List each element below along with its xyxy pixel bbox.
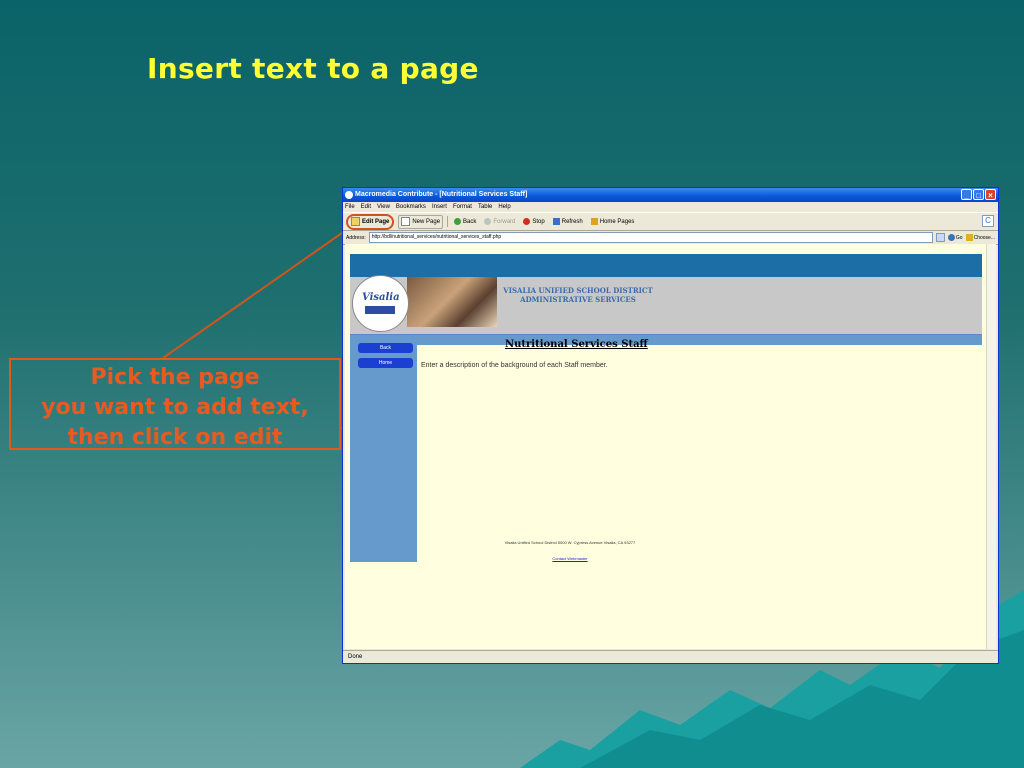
- forward-arrow-icon: [484, 218, 492, 225]
- nav-home-button[interactable]: Home: [358, 358, 413, 368]
- logo-text: Visalia: [362, 292, 400, 303]
- district-logo: Visalia: [352, 275, 409, 332]
- home-pages-label: Home Pages: [599, 218, 635, 225]
- address-dropdown-icon[interactable]: [935, 233, 945, 242]
- stop-icon: [523, 218, 531, 225]
- menu-format[interactable]: Format: [453, 202, 472, 212]
- contribute-logo-icon: C: [982, 215, 994, 227]
- home-icon: [590, 218, 598, 225]
- minimize-button[interactable]: _: [961, 189, 972, 200]
- menu-bookmarks[interactable]: Bookmarks: [396, 202, 426, 212]
- menu-edit[interactable]: Edit: [361, 202, 371, 212]
- edit-page-icon: [351, 217, 360, 226]
- window-title: Macromedia Contribute - [Nutritional Ser…: [355, 191, 528, 198]
- toolbar-separator: [447, 216, 449, 227]
- school-name-line-2: ADMINISTRATIVE SERVICES: [520, 295, 636, 304]
- address-bar: Address: http://bdl/nutritional_services…: [343, 231, 998, 245]
- page-description: Enter a description of the background of…: [421, 362, 608, 369]
- callout-line-2: you want to add text,: [41, 395, 309, 420]
- go-icon: [947, 234, 955, 241]
- back-button[interactable]: Back: [452, 216, 478, 228]
- menu-insert[interactable]: Insert: [432, 202, 447, 212]
- address-input[interactable]: http://bdl/nutritional_services/nutritio…: [368, 232, 933, 243]
- back-arrow-icon: [454, 218, 462, 225]
- logo-bar: [365, 306, 395, 314]
- students-photo: [407, 277, 497, 327]
- slide-title: Insert text to a page: [147, 52, 479, 85]
- stop-button[interactable]: Stop: [521, 216, 546, 228]
- refresh-label: Refresh: [561, 218, 583, 225]
- new-page-button[interactable]: New Page: [398, 214, 444, 229]
- page-heading: Nutritional Services Staff: [505, 339, 648, 350]
- menu-help[interactable]: Help: [498, 202, 510, 212]
- school-name: VISALIA UNIFIED SCHOOL DISTRICT ADMINIST…: [503, 286, 653, 304]
- nav-back-button[interactable]: Back: [358, 343, 413, 353]
- maximize-button[interactable]: □: [973, 189, 984, 200]
- menu-bar: File Edit View Bookmarks Insert Format T…: [343, 202, 998, 212]
- new-page-icon: [401, 217, 411, 226]
- choose-label: Choose...: [973, 234, 995, 241]
- address-label: Address:: [346, 234, 366, 241]
- menu-table[interactable]: Table: [478, 202, 492, 212]
- app-icon: [345, 191, 353, 199]
- vertical-scrollbar[interactable]: [986, 244, 996, 649]
- window-titlebar: Macromedia Contribute - [Nutritional Ser…: [343, 188, 998, 202]
- header-band: [350, 254, 982, 277]
- page-content: Visalia VISALIA UNIFIED SCHOOL DISTRICT …: [345, 244, 996, 649]
- callout-line-1: Pick the page: [90, 365, 260, 390]
- edit-page-label: Edit Page: [362, 218, 390, 225]
- title-band: [417, 335, 982, 345]
- instruction-callout: Pick the page you want to add text, then…: [9, 358, 341, 450]
- forward-label: Forward: [493, 218, 516, 225]
- go-button[interactable]: Go: [947, 234, 963, 241]
- choose-button[interactable]: Choose...: [965, 234, 998, 241]
- status-bar: Done: [343, 650, 998, 663]
- edit-page-button[interactable]: Edit Page: [346, 213, 395, 230]
- contribute-window: Macromedia Contribute - [Nutritional Ser…: [342, 187, 999, 664]
- toolbar: Edit Page New Page Back Forward Stop Ref…: [343, 212, 998, 231]
- go-label: Go: [955, 234, 963, 241]
- callout-line-3: then click on edit: [67, 425, 283, 450]
- close-button[interactable]: ×: [985, 189, 996, 200]
- refresh-button[interactable]: Refresh: [551, 216, 585, 228]
- refresh-icon: [552, 218, 560, 225]
- contact-webmaster-link[interactable]: Contact Webmaster: [420, 556, 720, 561]
- school-name-line-1: VISALIA UNIFIED SCHOOL DISTRICT: [503, 286, 653, 295]
- back-label: Back: [463, 218, 477, 225]
- forward-button[interactable]: Forward: [482, 216, 517, 228]
- stop-label: Stop: [532, 218, 545, 225]
- nav-sidebar: Back Home: [350, 335, 417, 562]
- choose-icon: [965, 234, 973, 241]
- new-page-label: New Page: [412, 218, 441, 225]
- menu-view[interactable]: View: [377, 202, 390, 212]
- menu-file[interactable]: File: [345, 202, 355, 212]
- home-pages-button[interactable]: Home Pages: [589, 216, 637, 228]
- footer-address: Visalia Unified School District 5000 W. …: [504, 540, 636, 545]
